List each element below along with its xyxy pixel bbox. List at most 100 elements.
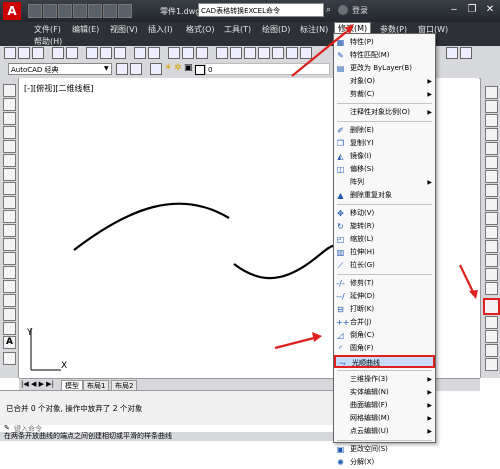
copy-clip-tool-icon[interactable] — [485, 344, 498, 357]
layer-select[interactable]: 0 — [205, 63, 330, 75]
modify-menu-item[interactable]: ◿ 倒角(C) — [334, 329, 435, 342]
paste-icon[interactable] — [114, 47, 126, 59]
undo-icon[interactable] — [134, 47, 146, 59]
close-icon[interactable]: ✕ — [482, 2, 498, 18]
markup-icon[interactable] — [272, 47, 284, 59]
stretch-tool-icon[interactable] — [485, 198, 498, 211]
insert-block-icon[interactable] — [3, 238, 16, 251]
light-bulb-icon[interactable]: ☀ — [164, 63, 172, 73]
workspace-settings-icon[interactable] — [116, 63, 128, 75]
region-icon[interactable] — [3, 308, 16, 321]
zoom-icon[interactable] — [182, 47, 194, 59]
modify-menu-item[interactable]: ✥ 移动(V) — [334, 207, 435, 220]
pan-icon[interactable] — [168, 47, 180, 59]
ellipse-icon[interactable] — [3, 210, 16, 223]
modify-menu-item[interactable]: ⊟ 打断(K) — [334, 303, 435, 316]
modify-menu-item[interactable]: -/- 修剪(T) — [334, 277, 435, 290]
redo-icon[interactable] — [118, 4, 132, 18]
login-label[interactable]: 登录 — [352, 5, 368, 16]
save-as-icon[interactable] — [73, 4, 87, 18]
revision-cloud-icon[interactable] — [3, 182, 16, 195]
sheet-set-icon[interactable] — [258, 47, 270, 59]
break-tool-icon[interactable] — [485, 240, 498, 253]
modify-menu-item[interactable]: ✺ 分解(X) — [334, 456, 435, 469]
menu-edit[interactable]: 编辑(E) — [72, 24, 99, 35]
spline-icon[interactable] — [3, 196, 16, 209]
hatch-icon[interactable] — [3, 280, 16, 293]
preview-icon[interactable] — [66, 47, 78, 59]
calculator-icon[interactable] — [286, 47, 298, 59]
modify-menu-item[interactable]: ▤ 更改为 ByLayer(B) — [334, 62, 435, 75]
tool-palettes-icon[interactable] — [244, 47, 256, 59]
array-tool-icon[interactable] — [485, 142, 498, 155]
copy-clip-icon[interactable] — [100, 47, 112, 59]
modify-menu-item[interactable]: ◫ 偏移(S) — [334, 163, 435, 176]
modify-menu-item[interactable]: ↻ 旋转(R) — [334, 220, 435, 233]
table-icon[interactable] — [3, 322, 16, 335]
modify-menu-item[interactable]: ✎ 特性匹配(M) — [334, 49, 435, 62]
modify-menu-item[interactable]: --/ 延伸(D) — [334, 290, 435, 303]
erase-tool-icon[interactable] — [485, 86, 498, 99]
menu-tools[interactable]: 工具(T) — [224, 24, 251, 35]
modify-menu-item[interactable]: 阵列 ▶ — [334, 176, 435, 189]
save-icon[interactable] — [58, 4, 72, 18]
dim-style-icon[interactable] — [460, 47, 472, 59]
new-file-icon[interactable] — [28, 4, 42, 18]
paste-tool-icon[interactable] — [485, 358, 498, 371]
modify-menu-item[interactable]: ⤳ 光顺曲线 — [334, 355, 435, 368]
modify-menu-item[interactable]: ⟋ 拉长(G) — [334, 259, 435, 272]
trim-tool-icon[interactable] — [485, 212, 498, 225]
blend-curves-tool-icon[interactable] — [483, 298, 500, 315]
construction-line-icon[interactable] — [3, 98, 16, 111]
copy-tool-icon[interactable] — [485, 100, 498, 113]
menu-format[interactable]: 格式(O) — [186, 24, 215, 35]
curve-two[interactable] — [233, 244, 334, 280]
autocad-logo-icon[interactable]: A — [3, 2, 21, 20]
menu-draw[interactable]: 绘图(D) — [262, 24, 290, 35]
command-line[interactable]: ✎ 键入命令 — [0, 424, 340, 433]
modify-menu-item[interactable]: ▲ 删除重复对象 — [334, 189, 435, 202]
lock-icon[interactable]: ▣ — [184, 63, 193, 73]
open-file-icon[interactable] — [43, 4, 57, 18]
layer-tool-icon[interactable] — [485, 330, 498, 343]
curve-one[interactable] — [73, 202, 230, 251]
extend-tool-icon[interactable] — [485, 226, 498, 239]
wrench-icon[interactable]: ✎ — [4, 424, 10, 432]
properties-icon[interactable] — [216, 47, 228, 59]
search-icon[interactable]: ⌕ — [326, 5, 336, 15]
tab-nav-arrows[interactable]: |◀ ◀ ▶ ▶| — [21, 380, 54, 388]
polyline-icon[interactable] — [3, 112, 16, 125]
new-icon[interactable] — [4, 47, 16, 59]
make-block-icon[interactable] — [3, 252, 16, 265]
modify-menu-item[interactable]: ◰ 缩放(L) — [334, 233, 435, 246]
menu-dimension[interactable]: 标注(N) — [300, 24, 328, 35]
freeze-icon[interactable]: ✲ — [174, 63, 182, 73]
offset-tool-icon[interactable] — [485, 128, 498, 141]
modify-menu-item[interactable]: 剪裁(C) ▶ — [334, 88, 435, 101]
fillet-tool-icon[interactable] — [485, 282, 498, 295]
modify-menu-item[interactable]: 曲面编辑(F) ▶ — [334, 399, 435, 412]
restore-icon[interactable]: ❐ — [464, 2, 480, 18]
polygon-icon[interactable] — [3, 126, 16, 139]
save-icon[interactable] — [32, 47, 44, 59]
modify-menu-item[interactable]: ▦ 特性(P) — [334, 36, 435, 49]
rotate-tool-icon[interactable] — [485, 170, 498, 183]
multiline-text-icon[interactable]: A — [3, 336, 16, 349]
rectangle-icon[interactable] — [3, 140, 16, 153]
design-center-icon[interactable] — [230, 47, 242, 59]
gradient-icon[interactable] — [3, 294, 16, 307]
workspace-select[interactable]: AutoCAD 经典 — [8, 63, 112, 75]
modify-menu-item[interactable]: 注释性对象比例(O) ▶ — [334, 106, 435, 119]
modify-menu-item[interactable]: ▥ 拉伸(H) — [334, 246, 435, 259]
text-style-icon[interactable] — [446, 47, 458, 59]
modify-menu-item[interactable]: 点云编辑(U) ▶ — [334, 425, 435, 438]
circle-icon[interactable] — [3, 168, 16, 181]
arc-icon[interactable] — [3, 154, 16, 167]
menu-file[interactable]: 文件(F) — [34, 24, 61, 35]
modify-menu-item[interactable]: ✐ 删除(E) — [334, 124, 435, 137]
modify-menu-item[interactable]: ◜ 圆角(F) — [334, 342, 435, 355]
menu-insert[interactable]: 插入(I) — [148, 24, 173, 35]
cut-icon[interactable] — [86, 47, 98, 59]
search-input[interactable]: CAD表格转换EXCEL命令 — [198, 3, 324, 17]
modify-menu-item[interactable]: 三维操作(3) ▶ — [334, 373, 435, 386]
